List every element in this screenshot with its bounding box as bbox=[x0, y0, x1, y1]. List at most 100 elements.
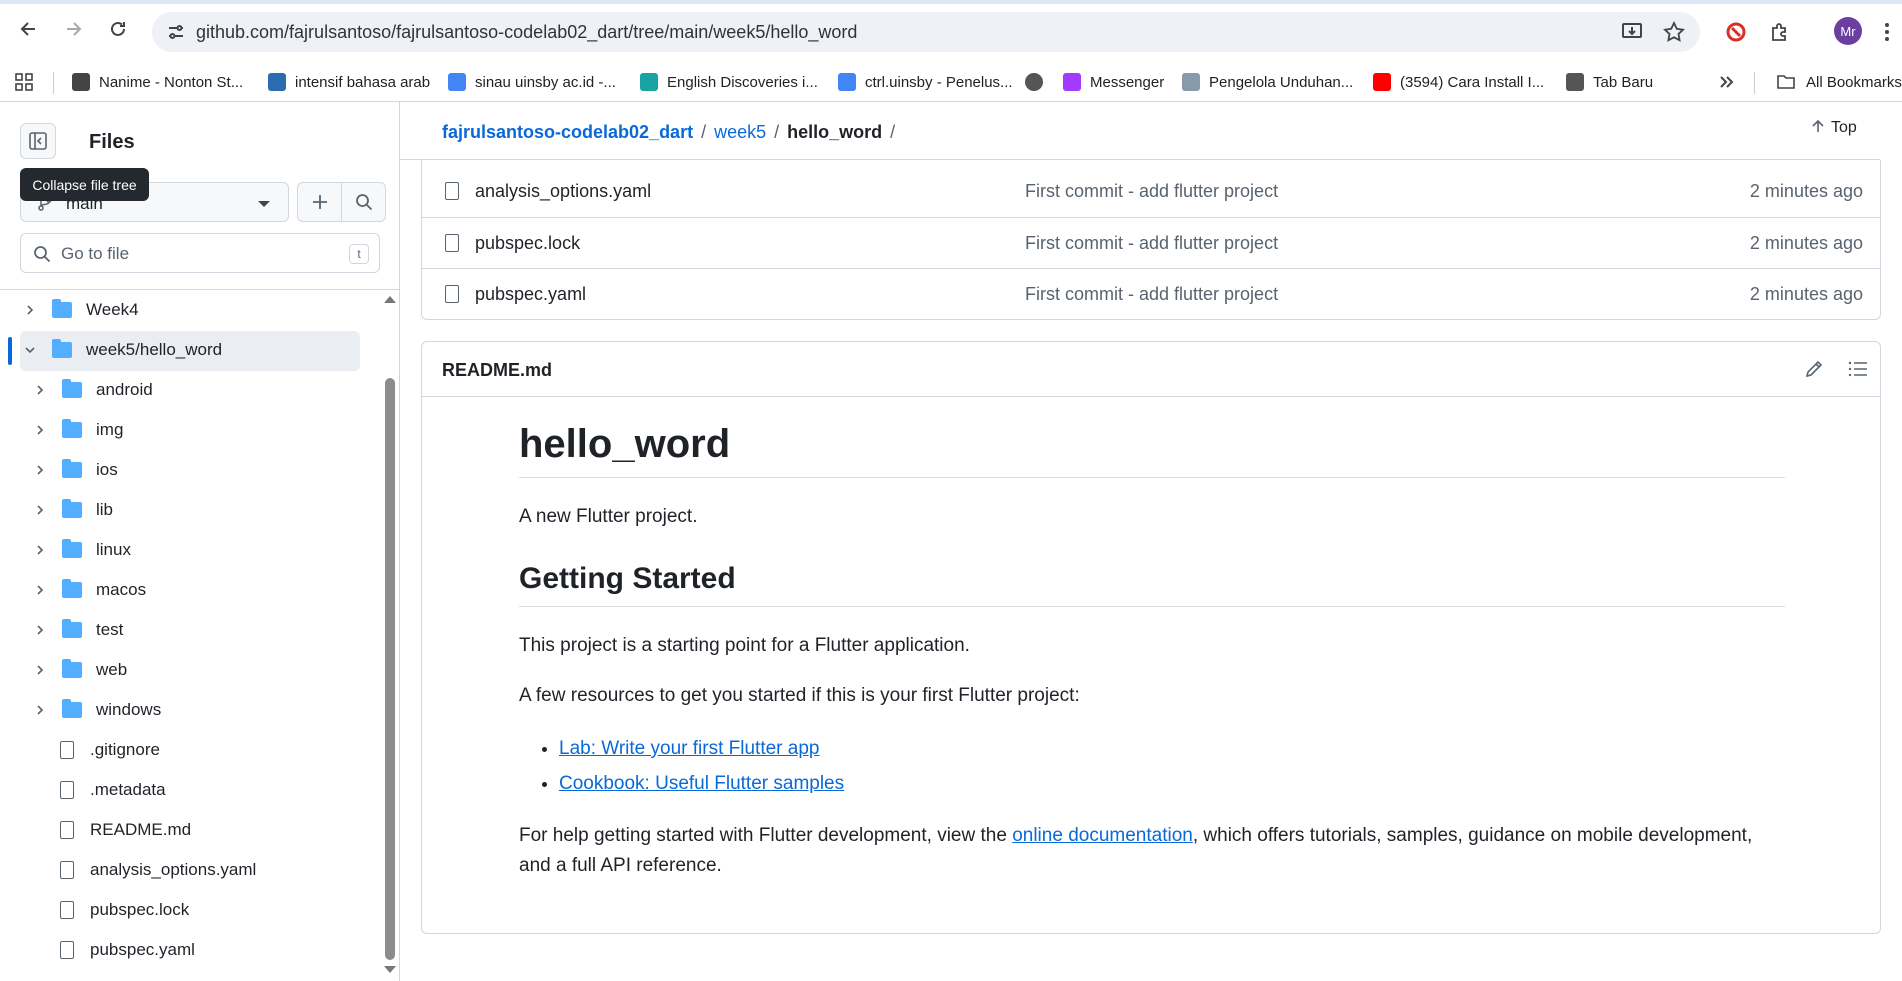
tree-folder-item[interactable]: img bbox=[32, 410, 123, 450]
commit-message-link[interactable]: First commit - add flutter project bbox=[1025, 233, 1278, 254]
address-bar[interactable]: github.com/fajrulsantoso/fajrulsantoso-c… bbox=[152, 12, 1700, 52]
tree-file-item[interactable]: .metadata bbox=[60, 770, 166, 810]
chevron-right-icon[interactable] bbox=[32, 664, 48, 676]
extension-red-icon[interactable] bbox=[1716, 12, 1756, 52]
bookmark-label: Nanime - Nonton St... bbox=[99, 73, 244, 91]
tree-file-item[interactable]: pubspec.lock bbox=[60, 890, 189, 930]
table-row[interactable]: analysis_options.yaml First commit - add … bbox=[421, 166, 1881, 217]
tree-item-label: test bbox=[96, 620, 124, 639]
bookmark-item[interactable]: English Discoveries i... bbox=[640, 68, 818, 96]
bookmarks-divider-2 bbox=[1754, 72, 1755, 94]
add-file-button[interactable] bbox=[297, 182, 342, 222]
tree-file-item[interactable]: README.md bbox=[60, 810, 191, 850]
bookmarks-bar: Nanime - Nonton St... intensif bahasa ara… bbox=[0, 62, 1902, 102]
tree-folder-item[interactable]: macos bbox=[32, 570, 146, 610]
chevron-right-icon[interactable] bbox=[32, 544, 48, 556]
chevron-right-icon[interactable] bbox=[32, 624, 48, 636]
tree-folder-item[interactable]: ios bbox=[32, 450, 118, 490]
forward-button[interactable] bbox=[56, 11, 92, 47]
bookmark-item[interactable]: Messenger bbox=[1063, 68, 1164, 96]
back-button[interactable] bbox=[10, 11, 46, 47]
chevron-right-icon[interactable] bbox=[32, 704, 48, 716]
bookmark-label: Messenger bbox=[1090, 73, 1165, 91]
chevron-right-icon[interactable] bbox=[32, 504, 48, 516]
table-row[interactable]: pubspec.lock First commit - add flutter p… bbox=[421, 217, 1881, 268]
folder-icon bbox=[62, 699, 82, 718]
collapse-file-tree-button[interactable] bbox=[20, 123, 56, 159]
readme-filename[interactable]: README.md bbox=[442, 360, 552, 381]
tree-folder-item[interactable]: test bbox=[32, 610, 123, 650]
tree-file-item[interactable]: .gitignore bbox=[60, 730, 160, 770]
table-row[interactable]: pubspec.yaml First commit - add flutter p… bbox=[421, 268, 1881, 319]
file-name-link[interactable]: pubspec.lock bbox=[475, 233, 580, 254]
outline-list-icon[interactable] bbox=[1847, 358, 1869, 380]
bookmark-item[interactable]: sinau uinsby ac.id -... bbox=[448, 68, 616, 96]
collapse-tooltip: Collapse file tree bbox=[20, 168, 149, 201]
tree-folder-item[interactable]: linux bbox=[32, 530, 131, 570]
back-arrow-icon bbox=[20, 22, 35, 36]
bookmark-item[interactable]: intensif bahasa arab bbox=[268, 68, 430, 96]
tree-folder-item[interactable]: web bbox=[32, 650, 127, 690]
breadcrumb-separator: / bbox=[890, 122, 896, 142]
tree-item-label: pubspec.lock bbox=[90, 900, 190, 919]
scroll-down-icon[interactable] bbox=[384, 966, 396, 973]
chevron-down-icon[interactable] bbox=[22, 344, 38, 356]
bookmark-item[interactable]: ctrl.uinsby - Penelus... bbox=[838, 68, 1013, 96]
search-code-button[interactable] bbox=[341, 182, 386, 222]
breadcrumb-repo-link[interactable]: fajrulsantoso-codelab02_dart bbox=[442, 122, 693, 143]
tree-folder-item[interactable]: windows bbox=[32, 690, 161, 730]
lab-link[interactable]: Lab: Write your first Flutter app bbox=[559, 738, 819, 759]
online-docs-link[interactable]: online documentation bbox=[1012, 825, 1193, 846]
commit-message-link[interactable]: First commit - add flutter project bbox=[1025, 181, 1278, 202]
tree-item-label: .metadata bbox=[90, 780, 166, 799]
site-settings-icon[interactable] bbox=[166, 22, 186, 42]
folder-icon bbox=[62, 419, 82, 438]
file-name-link[interactable]: analysis_options.yaml bbox=[475, 181, 651, 202]
bookmark-item[interactable]: Tab Baru bbox=[1566, 68, 1653, 96]
reload-button[interactable] bbox=[100, 11, 136, 47]
cookbook-link[interactable]: Cookbook: Useful Flutter samples bbox=[559, 773, 844, 794]
readme-header: README.md bbox=[422, 342, 1880, 397]
url-text[interactable]: github.com/fajrulsantoso/fajrulsantoso-c… bbox=[196, 22, 857, 43]
bookmark-item[interactable]: Pengelola Unduhan... bbox=[1182, 68, 1353, 96]
bookmark-item[interactable]: (3594) Cara Install I... bbox=[1373, 68, 1544, 96]
file-icon bbox=[445, 234, 459, 252]
file-name-link[interactable]: pubspec.yaml bbox=[475, 284, 586, 305]
bookmark-favicon-icon bbox=[640, 73, 658, 91]
more-bookmarks-icon[interactable] bbox=[1718, 68, 1734, 96]
chevron-right-icon[interactable] bbox=[32, 424, 48, 436]
browser-menu-icon[interactable] bbox=[1872, 12, 1902, 52]
install-app-icon[interactable] bbox=[1620, 20, 1644, 44]
scrollbar-thumb[interactable] bbox=[385, 378, 395, 960]
extensions-puzzle-icon[interactable] bbox=[1760, 12, 1800, 52]
tree-folder-item[interactable]: Week4 bbox=[22, 290, 139, 330]
tree-file-item[interactable]: analysis_options.yaml bbox=[60, 850, 256, 890]
bookmark-item[interactable]: Nanime - Nonton St... bbox=[72, 68, 243, 96]
pencil-icon[interactable] bbox=[1803, 358, 1825, 380]
bookmark-favicon-icon bbox=[268, 73, 286, 91]
chevron-right-icon[interactable] bbox=[22, 304, 38, 316]
go-to-file-input[interactable]: Go to file t bbox=[20, 233, 380, 273]
profile-avatar[interactable]: Mr bbox=[1834, 17, 1862, 45]
bookmark-star-icon[interactable] bbox=[1662, 20, 1686, 44]
tree-folder-item[interactable]: lib bbox=[32, 490, 113, 530]
bookmark-item[interactable] bbox=[1025, 68, 1043, 96]
breadcrumb-dir-link[interactable]: week5 bbox=[714, 122, 766, 143]
apps-grid-icon[interactable] bbox=[14, 68, 34, 96]
all-bookmarks[interactable]: All Bookmarks bbox=[1776, 68, 1902, 96]
chevron-right-icon[interactable] bbox=[32, 584, 48, 596]
folder-icon bbox=[62, 579, 82, 598]
plus-icon bbox=[312, 195, 327, 209]
chevron-right-icon[interactable] bbox=[32, 384, 48, 396]
folder-icon bbox=[62, 659, 82, 678]
back-to-top-button[interactable]: Top bbox=[1811, 119, 1857, 137]
commit-message-link[interactable]: First commit - add flutter project bbox=[1025, 284, 1278, 305]
scroll-up-icon[interactable] bbox=[384, 296, 396, 303]
tree-folder-item[interactable]: android bbox=[32, 370, 153, 410]
bookmark-label: (3594) Cara Install I... bbox=[1400, 73, 1545, 91]
tree-item-label: analysis_options.yaml bbox=[90, 860, 257, 879]
chevron-right-icon[interactable] bbox=[32, 464, 48, 476]
tree-file-item[interactable]: pubspec.yaml bbox=[60, 930, 195, 970]
tree-folder-item[interactable]: week5/hello_word bbox=[22, 330, 222, 370]
readme-body: hello_word A new Flutter project. Gettin… bbox=[519, 422, 1785, 901]
